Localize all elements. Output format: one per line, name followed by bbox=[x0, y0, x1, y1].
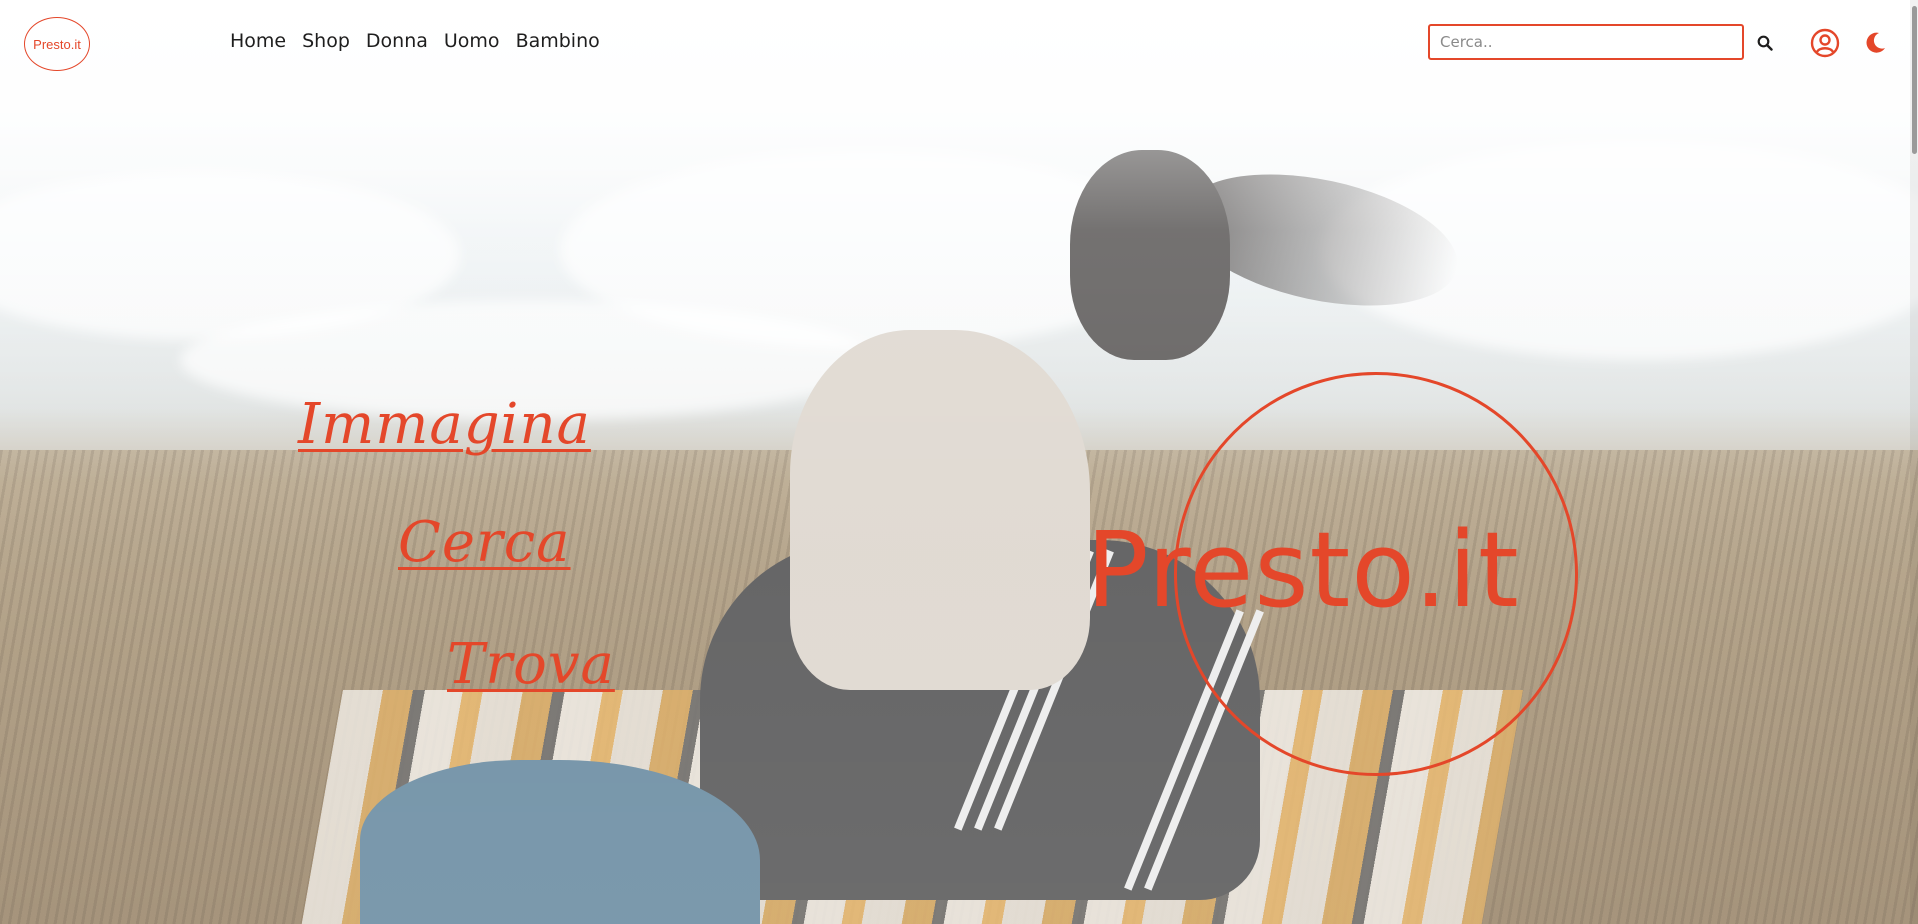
user-circle-icon[interactable] bbox=[1810, 28, 1840, 58]
nav-links: Home Shop Donna Uomo Bambino bbox=[230, 30, 600, 52]
nav-link-uomo[interactable]: Uomo bbox=[444, 30, 500, 52]
hero-word-trova[interactable]: Trova bbox=[447, 632, 615, 697]
background-image bbox=[0, 0, 1918, 924]
brand-logo[interactable]: Presto.it bbox=[24, 17, 90, 71]
navbar: Presto.it Home Shop Donna Uomo Bambino bbox=[0, 0, 1918, 88]
hero-word-immagina[interactable]: Immagina bbox=[298, 392, 591, 457]
hero-word-cerca[interactable]: Cerca bbox=[398, 510, 571, 575]
hero-section: Presto.it Home Shop Donna Uomo Bambino C… bbox=[0, 0, 1918, 924]
nav-link-home[interactable]: Home bbox=[230, 30, 286, 52]
nav-link-bambino[interactable]: Bambino bbox=[516, 30, 600, 52]
search-icon[interactable] bbox=[1754, 32, 1776, 54]
hero-title: Presto.it bbox=[1086, 509, 1520, 631]
search-input[interactable] bbox=[1430, 26, 1742, 58]
nav-link-donna[interactable]: Donna bbox=[366, 30, 428, 52]
scrollbar[interactable] bbox=[1910, 0, 1918, 924]
moon-icon[interactable] bbox=[1864, 30, 1888, 54]
scrollbar-thumb[interactable] bbox=[1912, 6, 1917, 154]
search-field bbox=[1428, 24, 1744, 60]
nav-link-shop[interactable]: Shop bbox=[302, 30, 350, 52]
